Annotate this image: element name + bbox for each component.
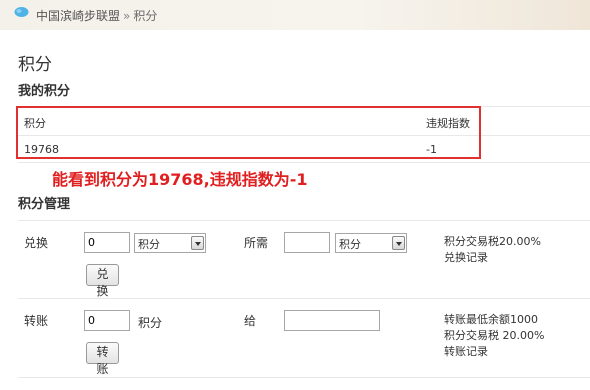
transfer-tax-text: 积分交易税 20.00%: [444, 329, 545, 342]
need-unit-select[interactable]: 积分: [335, 233, 407, 253]
need-amount-input[interactable]: [284, 232, 330, 253]
transfer-amount-input[interactable]: [84, 310, 130, 331]
transfer-info: 转账最低余额1000 积分交易税 20.00% 转账记录: [444, 312, 544, 360]
transfer-min-balance: 转账最低余额1000: [444, 313, 538, 326]
highlight-box: [16, 106, 481, 159]
exchange-button[interactable]: 兑换: [86, 264, 119, 298]
my-points-heading: 我的积分: [18, 84, 71, 99]
chevron-down-icon: [191, 236, 204, 250]
points-management-heading: 积分管理: [18, 197, 71, 212]
exchange-label: 兑换: [24, 236, 49, 250]
breadcrumb-separator: »: [123, 9, 131, 23]
management-mid-divider: [18, 298, 590, 299]
page-title: 积分: [18, 55, 52, 75]
management-bottom-divider: [18, 377, 590, 378]
breadcrumb-site-link[interactable]: 中国滨崎步联盟: [36, 9, 120, 23]
breadcrumb-current: 积分: [133, 9, 158, 23]
need-unit-selected: 积分: [339, 238, 361, 251]
exchange-amount-input[interactable]: [84, 232, 130, 253]
exchange-record-link[interactable]: 兑换记录: [444, 250, 541, 266]
need-label: 所需: [244, 236, 269, 250]
transfer-label: 转账: [24, 314, 49, 328]
transfer-unit-label: 积分: [138, 316, 163, 330]
top-bar: 中国滨崎步联盟» 积分: [0, 0, 590, 30]
management-top-divider: [18, 220, 590, 221]
exchange-tax-text: 积分交易税20.00%: [444, 235, 541, 248]
breadcrumb: 中国滨崎步联盟» 积分: [36, 7, 157, 24]
transfer-button[interactable]: 转账: [86, 342, 119, 376]
home-cloud-icon[interactable]: [14, 6, 29, 18]
exchange-unit-select[interactable]: 积分: [134, 233, 206, 253]
exchange-info: 积分交易税20.00% 兑换记录: [444, 234, 541, 266]
table-bottom-divider: [18, 162, 590, 163]
exchange-unit-selected: 积分: [138, 238, 160, 251]
transfer-to-label: 给: [244, 314, 257, 328]
annotation-text: 能看到积分为19768,违规指数为-1: [52, 170, 308, 189]
transfer-record-link[interactable]: 转账记录: [444, 344, 544, 360]
chevron-down-icon: [392, 236, 405, 250]
transfer-recipient-input[interactable]: [284, 310, 380, 331]
